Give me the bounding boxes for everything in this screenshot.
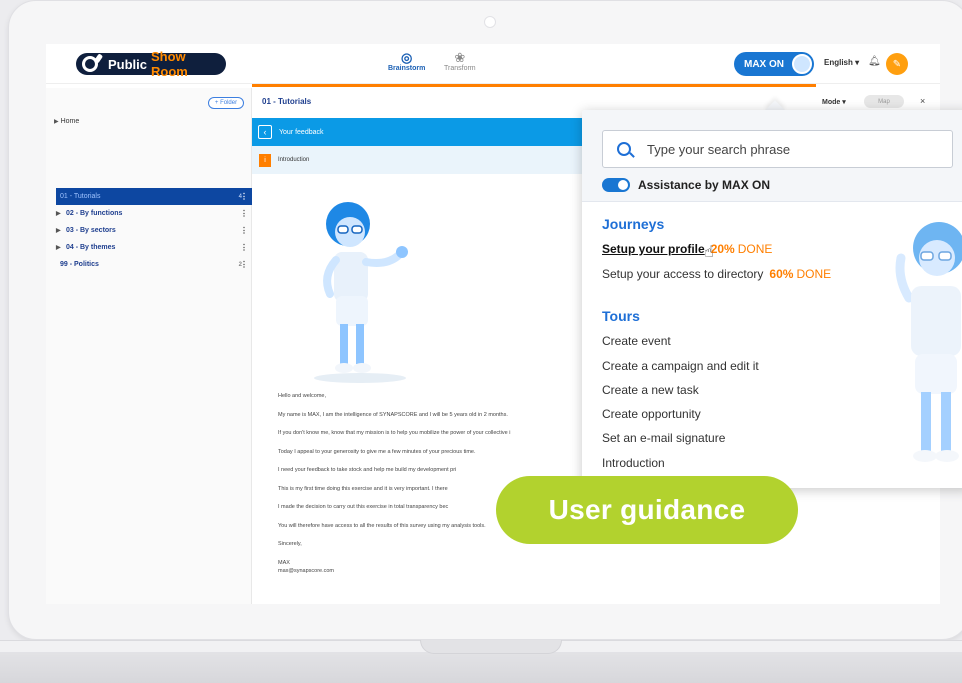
assistance-toggle[interactable] — [602, 178, 630, 192]
sidebar-item-by-functions[interactable]: ▶ 02 - By functions ⋮ — [56, 205, 252, 222]
caret-right-icon: ▶ — [54, 119, 59, 125]
tour-item[interactable]: Create event — [602, 334, 671, 348]
more-vertical-icon[interactable]: ⋮ — [240, 192, 248, 201]
logo-mark-icon — [82, 56, 98, 72]
popup-header: Type your search phrase Assistance by MA… — [582, 110, 962, 202]
tour-item[interactable]: Create a campaign and edit it — [602, 359, 759, 373]
journey-label[interactable]: Setup your access to directory — [602, 267, 763, 281]
tree-item-label: 99 - Politics — [60, 261, 99, 268]
fingerprint-icon: ◎ — [401, 50, 413, 65]
flower-icon: ❀ — [454, 50, 466, 65]
max-mascot-illustration — [314, 202, 408, 383]
tour-item[interactable]: Create opportunity — [602, 407, 701, 421]
search-input[interactable]: Type your search phrase — [602, 130, 953, 168]
tree-item-label: 01 - Tutorials — [60, 193, 101, 200]
feedback-title: Your feedback — [279, 128, 324, 136]
search-placeholder: Type your search phrase — [647, 141, 791, 157]
tour-item[interactable]: Introduction — [602, 456, 665, 470]
breadcrumb: 01 - Tutorials — [262, 97, 312, 106]
banner-text: User guidance — [548, 494, 746, 525]
max-on-button[interactable]: MAX ON — [734, 52, 814, 76]
journey-item[interactable]: Setup your access to directory 60% DONE — [602, 267, 831, 281]
avatar — [792, 54, 812, 74]
assistance-label: Assistance by MAX ON — [638, 178, 771, 192]
journey-percent: 20% — [710, 242, 735, 256]
app-logo[interactable]: Public Show Room — [76, 49, 226, 79]
tree-item-label: 03 - By sectors — [66, 227, 116, 234]
pointer-hand-icon: ☝︎ — [704, 244, 714, 261]
tours-heading: Tours — [602, 308, 640, 324]
info-icon: i — [259, 153, 271, 167]
max-mascot-illustration — [895, 222, 962, 462]
more-vertical-icon[interactable]: ⋮ — [240, 209, 248, 218]
sidebar: + Folder ▶ Home 01 - Tutorials 4 ⋮ ▶ 02 … — [46, 88, 252, 604]
map-button[interactable]: Map — [864, 95, 904, 108]
user-guidance-banner: User guidance — [496, 476, 798, 544]
journey-label[interactable]: Setup your profile — [602, 242, 705, 256]
more-vertical-icon[interactable]: ⋮ — [240, 243, 248, 252]
tab-brainstorm-label: Brainstorm — [388, 65, 426, 72]
folder-tree: 01 - Tutorials 4 ⋮ ▶ 02 - By functions ⋮… — [56, 188, 252, 273]
progress-line — [252, 84, 816, 87]
journey-percent: 60% — [769, 267, 794, 281]
signature-email[interactable]: max@synapscore.com — [278, 567, 918, 575]
tab-transform[interactable]: ❀ Transform — [444, 50, 476, 73]
edit-icon: ✎ — [892, 58, 902, 70]
tree-item-label: 04 - By themes — [66, 244, 116, 251]
top-bar: Public Show Room ◎ Brainstorm ❀ Transfor… — [46, 44, 940, 84]
signature-name: MAX — [278, 559, 290, 566]
tree-item-label: 02 - By functions — [66, 210, 123, 217]
home-label: Home — [60, 118, 80, 125]
search-icon — [617, 142, 631, 156]
back-button[interactable]: ‹ — [258, 125, 272, 139]
sidebar-item-by-themes[interactable]: ▶ 04 - By themes ⋮ — [56, 239, 252, 256]
journey-done: DONE — [737, 242, 773, 256]
intro-label: Introduction — [278, 157, 310, 163]
tab-brainstorm[interactable]: ◎ Brainstorm — [388, 50, 426, 73]
bell-icon[interactable]: 🔔︎ — [868, 56, 881, 67]
tour-item[interactable]: Set an e-mail signature — [602, 431, 725, 445]
journeys-heading: Journeys — [602, 216, 665, 232]
max-on-label: MAX ON — [744, 58, 784, 70]
camera-icon — [484, 16, 496, 28]
logo-text: Public — [107, 56, 147, 72]
mode-dropdown[interactable]: Mode ▾ — [822, 98, 846, 106]
logo-accent-text: Show Room — [151, 49, 188, 79]
sidebar-item-by-sectors[interactable]: ▶ 03 - By sectors ⋮ — [56, 222, 252, 239]
caret-right-icon[interactable]: ▶ — [56, 244, 66, 251]
journey-done: DONE — [796, 267, 832, 281]
assistance-toggle-row[interactable]: Assistance by MAX ON — [602, 178, 770, 192]
language-select[interactable]: English ▾ — [824, 58, 859, 67]
sidebar-item-tutorials[interactable]: 01 - Tutorials 4 ⋮ — [56, 188, 252, 205]
assistance-popup: Type your search phrase Assistance by MA… — [582, 110, 962, 488]
more-vertical-icon[interactable]: ⋮ — [240, 226, 248, 235]
caret-right-icon[interactable]: ▶ — [56, 210, 66, 217]
close-icon[interactable]: × — [920, 96, 925, 106]
sidebar-item-home[interactable]: ▶ Home — [54, 118, 79, 125]
edit-button[interactable]: ✎ — [886, 53, 908, 75]
journey-item[interactable]: Setup your profile 20% DONE — [602, 242, 772, 256]
more-vertical-icon[interactable]: ⋮ — [240, 260, 248, 269]
laptop-notch — [420, 640, 562, 654]
tab-transform-label: Transform — [444, 65, 476, 72]
sidebar-item-politics[interactable]: 99 - Politics 2 ⋮ — [56, 256, 252, 273]
tour-item[interactable]: Create a new task — [602, 383, 699, 397]
add-folder-button[interactable]: + Folder — [208, 97, 244, 109]
caret-right-icon[interactable]: ▶ — [56, 227, 66, 234]
